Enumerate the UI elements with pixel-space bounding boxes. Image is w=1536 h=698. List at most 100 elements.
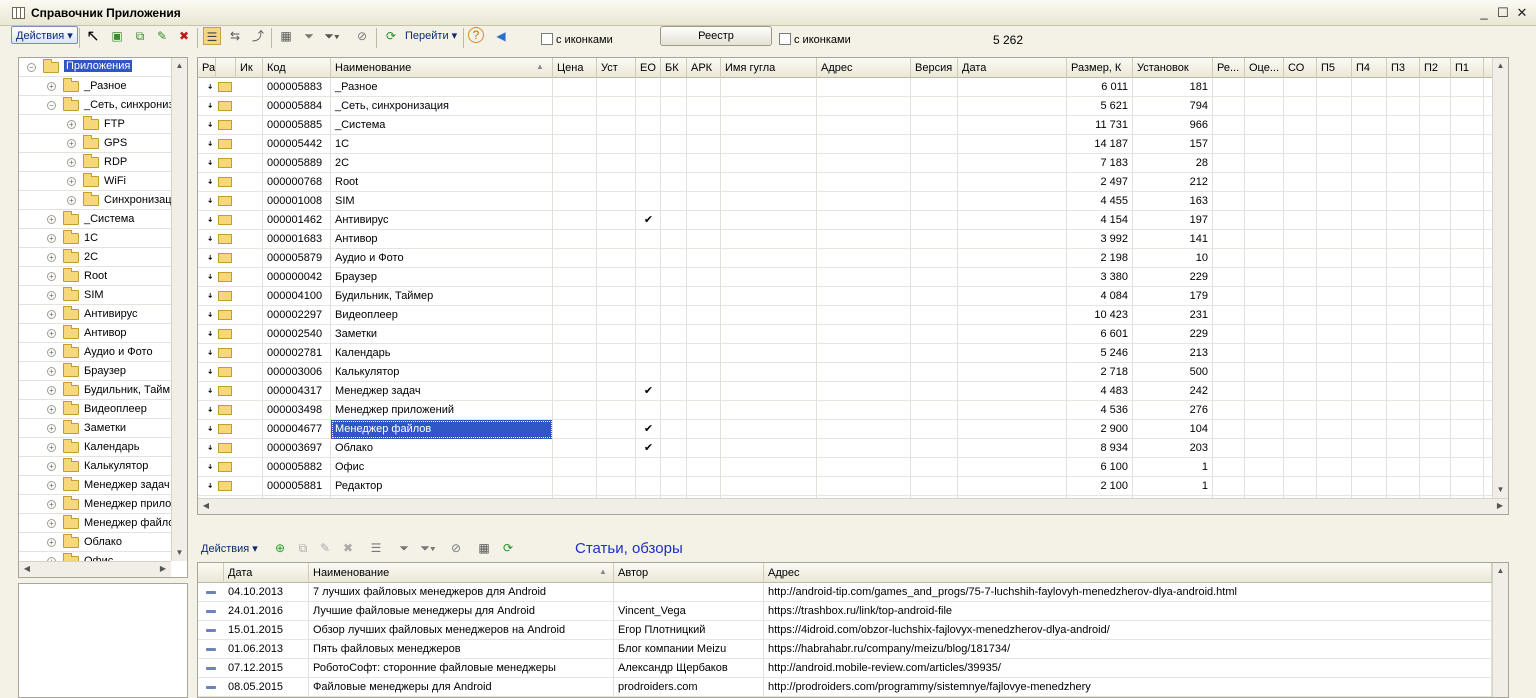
tree-item[interactable]: + SIM <box>19 286 171 305</box>
back-arrow-icon[interactable]: ◀ <box>492 27 510 45</box>
tree-item[interactable]: + Аудио и Фото <box>19 343 171 362</box>
delete-icon[interactable]: ✖ <box>339 539 357 557</box>
scroll-down-icon[interactable]: ▼ <box>1493 482 1508 498</box>
column-header[interactable]: П5 <box>1317 58 1352 78</box>
sort-icon[interactable]: ▲ <box>536 62 544 71</box>
table-row[interactable]: ➜ 000001462 Антивирус 4 154 197 ✔ <box>198 211 1508 230</box>
close-icon[interactable]: ✕ <box>1514 5 1530 21</box>
scroll-up-icon[interactable]: ▲ <box>1493 58 1508 74</box>
expand-icon[interactable]: + <box>47 291 56 300</box>
tree-item[interactable]: − Приложения <box>19 58 171 77</box>
tree-item[interactable]: + Root <box>19 267 171 286</box>
table-row[interactable]: ➜ 000001008 SIM 4 455 163 <box>198 192 1508 211</box>
expand-icon[interactable]: + <box>47 310 56 319</box>
column-header[interactable]: ЕО <box>636 58 661 78</box>
table-row[interactable]: ➜ 000005889 2С 7 183 28 <box>198 154 1508 173</box>
article-row[interactable]: 24.01.2016 Лучшие файловые менеджеры для … <box>198 602 1508 621</box>
filter-icon[interactable]: ⏷ <box>395 539 413 557</box>
category-tree[interactable]: − Приложения + _Разное − _Сеть, синхрониз + FTP… <box>18 57 188 578</box>
column-header[interactable]: Оце... <box>1245 58 1284 78</box>
expand-icon[interactable]: + <box>67 120 76 129</box>
add-group-icon[interactable]: ▣ <box>108 27 126 45</box>
expand-arrow-icon[interactable]: ➜ <box>205 368 214 374</box>
articles-grid[interactable]: Дата Наименование Автор Адрес ▲ 04.10.2013 7 … <box>197 562 1509 698</box>
column-header[interactable]: П1 <box>1451 58 1484 78</box>
tree-item[interactable]: + _Разное <box>19 77 171 96</box>
column-header[interactable]: Адрес <box>817 58 911 78</box>
expand-arrow-icon[interactable]: ➜ <box>205 235 214 241</box>
column-header[interactable]: БК <box>661 58 687 78</box>
move-icon[interactable]: ⇆ <box>226 27 244 45</box>
hierarchy-icon[interactable]: ☰ <box>367 539 385 557</box>
column-header[interactable]: Автор <box>614 563 764 583</box>
table-row[interactable]: ➜ 000002297 Видеоплеер 10 423 231 <box>198 306 1508 325</box>
articles-vertical-scrollbar[interactable]: ▲ <box>1492 563 1508 697</box>
edit-icon[interactable]: ✎ <box>153 27 171 45</box>
column-header[interactable]: Версия <box>911 58 958 78</box>
column-header[interactable]: Адрес <box>764 563 1492 583</box>
table-row[interactable]: ➜ 000002781 Календарь 5 246 213 <box>198 344 1508 363</box>
column-header[interactable]: Цена <box>553 58 597 78</box>
expand-arrow-icon[interactable]: ➜ <box>205 273 214 279</box>
column-header[interactable]: Ре... <box>1213 58 1245 78</box>
clear-filter-icon[interactable]: ⊘ <box>353 27 371 45</box>
expand-arrow-icon[interactable]: ➜ <box>205 216 214 222</box>
expand-icon[interactable]: + <box>47 519 56 528</box>
column-header[interactable]: Размер, К <box>1067 58 1133 78</box>
help-icon[interactable]: ? <box>468 27 484 43</box>
expand-icon[interactable]: + <box>67 177 76 186</box>
tree-item[interactable]: + WiFi <box>19 172 171 191</box>
column-header[interactable]: Имя гугла <box>721 58 817 78</box>
table-row[interactable]: ➜ 000005881 Редактор 2 100 1 <box>198 477 1508 496</box>
table-row[interactable]: ➜ 000004100 Будильник, Таймер 4 084 179 <box>198 287 1508 306</box>
article-row[interactable]: 08.05.2015 Файловые менеджеры для Android… <box>198 678 1508 697</box>
tree-item[interactable]: + Менеджер задач <box>19 476 171 495</box>
edit-icon[interactable]: ✎ <box>316 539 334 557</box>
expand-icon[interactable]: + <box>47 386 56 395</box>
expand-icon[interactable]: + <box>47 253 56 262</box>
column-header[interactable]: СО <box>1284 58 1317 78</box>
table-row[interactable]: ➜ 000005879 Аудио и Фото 2 198 10 <box>198 249 1508 268</box>
expand-icon[interactable]: + <box>47 272 56 281</box>
maximize-icon[interactable]: ☐ <box>1495 5 1511 21</box>
refresh-icon[interactable]: ⟳ <box>382 27 400 45</box>
table-row[interactable]: ➜ 000003697 Облако 8 934 203 ✔ <box>198 439 1508 458</box>
minimize-icon[interactable]: _ <box>1476 5 1492 21</box>
tree-item[interactable]: + Калькулятор <box>19 457 171 476</box>
table-row[interactable]: ➜ 000005885 _Система 11 731 966 <box>198 116 1508 135</box>
expand-icon[interactable]: + <box>47 424 56 433</box>
table-row[interactable]: ➜ 000005442 1С 14 187 157 <box>198 135 1508 154</box>
copy-icon[interactable]: ⧉ <box>294 539 312 557</box>
registry-button[interactable]: Реестр <box>660 26 772 46</box>
scroll-right-icon[interactable]: ▶ <box>1492 499 1508 514</box>
table-row[interactable]: ➜ 000002540 Заметки 6 601 229 <box>198 325 1508 344</box>
expand-arrow-icon[interactable]: ➜ <box>205 254 214 260</box>
filter-settings-icon[interactable]: ▦ <box>475 539 493 557</box>
expand-arrow-icon[interactable]: ➜ <box>205 482 214 488</box>
sort-icon[interactable]: ▲ <box>599 567 607 576</box>
expand-icon[interactable]: + <box>47 234 56 243</box>
expand-icon[interactable]: + <box>47 538 56 547</box>
table-row[interactable]: ➜ 000000042 Браузер 3 380 229 <box>198 268 1508 287</box>
scroll-left-icon[interactable]: ◀ <box>19 562 35 577</box>
tree-item[interactable]: − _Сеть, синхрониз <box>19 96 171 115</box>
with-icons-checkbox-1[interactable] <box>541 33 553 45</box>
column-header[interactable]: Уст <box>597 58 636 78</box>
scroll-up-icon[interactable]: ▲ <box>172 58 187 74</box>
scroll-down-icon[interactable]: ▼ <box>172 545 187 561</box>
expand-arrow-icon[interactable]: ➜ <box>205 102 214 108</box>
tree-item[interactable]: + GPS <box>19 134 171 153</box>
tree-item[interactable]: + Заметки <box>19 419 171 438</box>
tree-item[interactable]: + Облако <box>19 533 171 552</box>
expand-icon[interactable]: + <box>67 158 76 167</box>
expand-arrow-icon[interactable]: ➜ <box>205 140 214 146</box>
column-header[interactable]: Ик <box>236 58 263 78</box>
expand-arrow-icon[interactable]: ➜ <box>205 311 214 317</box>
column-header[interactable]: Дата <box>958 58 1067 78</box>
with-icons-checkbox-2[interactable] <box>779 33 791 45</box>
copy-icon[interactable]: ⧉ <box>131 27 149 45</box>
tree-horizontal-scrollbar[interactable]: ◀ ▶ <box>19 561 171 577</box>
add-icon[interactable]: ⊕ <box>271 539 289 557</box>
tree-item[interactable]: + Будильник, Тайм <box>19 381 171 400</box>
expand-icon[interactable]: + <box>47 215 56 224</box>
